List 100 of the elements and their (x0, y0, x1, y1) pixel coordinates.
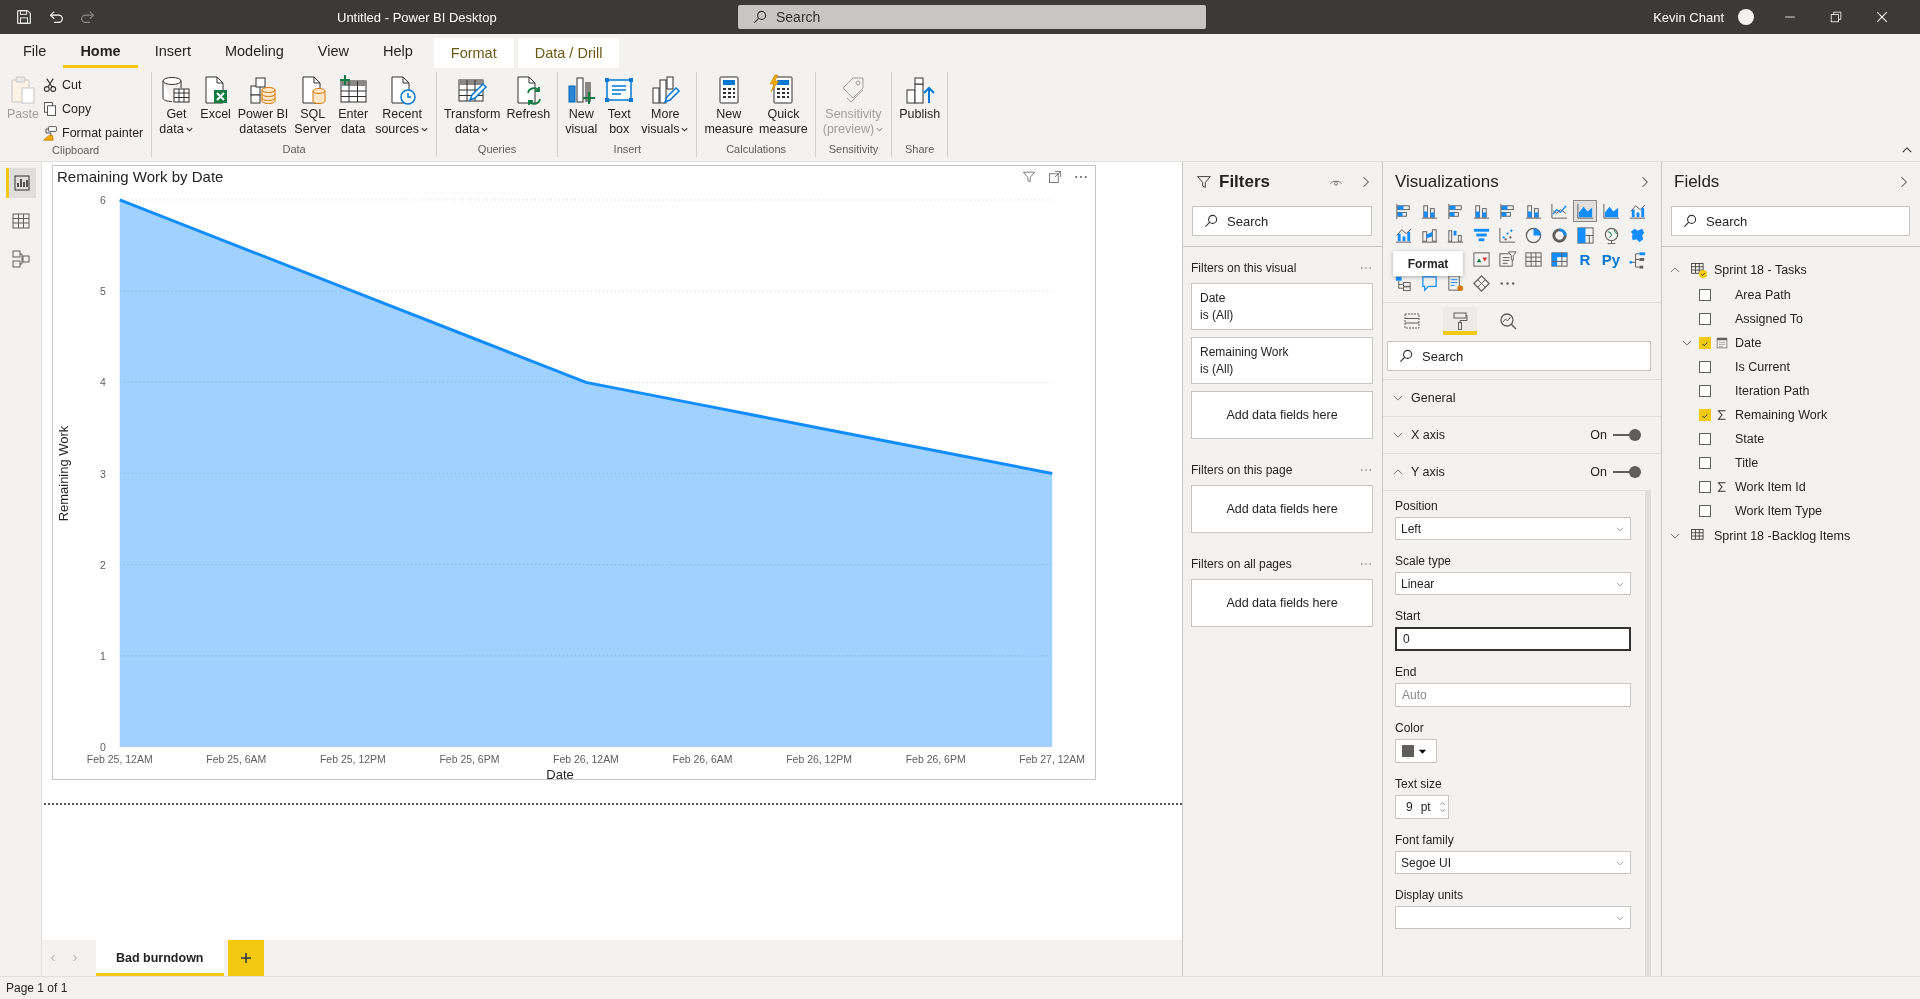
ribbon-button[interactable]: Quick measure (756, 72, 811, 139)
field-name[interactable]: Assigned To (1735, 312, 1803, 326)
ribbon-button[interactable]: More visuals (638, 72, 693, 139)
checkbox[interactable] (1699, 385, 1711, 397)
toggle-switch[interactable] (1613, 429, 1641, 441)
calendar-icon (1715, 336, 1729, 350)
field-name[interactable]: Date (1735, 336, 1762, 350)
drop-zone[interactable]: Add data fields here (1191, 485, 1373, 533)
avatar-icon[interactable] (1736, 7, 1756, 27)
ribbon-button[interactable]: Publish (896, 72, 944, 124)
script-visual-button[interactable]: R (1573, 248, 1597, 270)
ribbon-tab[interactable]: Format (433, 38, 514, 68)
switch-label: On (1590, 465, 1607, 479)
ribbon-tab[interactable]: Data / Drill (517, 38, 620, 68)
undo-icon[interactable] (47, 8, 65, 26)
color-picker[interactable] (1395, 739, 1437, 763)
x-tick-label: Feb 26, 12PM (786, 754, 852, 766)
section-heading: Filters on all pages (1191, 557, 1292, 571)
checkbox[interactable] (1699, 457, 1711, 469)
more-options-icon[interactable] (1359, 561, 1373, 567)
ribbon-tab[interactable]: Modeling (207, 34, 301, 68)
ribbon-button[interactable]: Refresh (503, 72, 554, 124)
close-icon[interactable] (1874, 9, 1890, 25)
x-tick-label: Feb 25, 12AM (86, 754, 153, 766)
field-name[interactable]: Work Item Id (1735, 480, 1806, 494)
input-field[interactable]: 0 (1395, 627, 1631, 651)
input-field[interactable]: Auto (1395, 683, 1631, 707)
group-label: Queries (476, 143, 518, 157)
dropdown[interactable]: Linear (1395, 572, 1631, 595)
more-options-icon[interactable] (1359, 467, 1373, 473)
ribbon-button[interactable]: Cut (42, 74, 148, 96)
search-field[interactable]: Search (1192, 206, 1372, 236)
save-icon[interactable] (15, 8, 33, 26)
drop-zone[interactable]: Add data fields here (1191, 579, 1373, 627)
add-page-button[interactable] (227, 940, 264, 976)
field-name[interactable]: Area Path (1735, 288, 1791, 302)
group-label: Share (903, 143, 936, 157)
format-section-header[interactable]: X axis On (1383, 416, 1661, 453)
toggle-switch[interactable] (1613, 466, 1641, 478)
field-name[interactable]: Title (1735, 456, 1759, 470)
ribbon-button[interactable]: Format painter (42, 122, 148, 144)
checkbox[interactable] (1699, 289, 1711, 301)
checkbox[interactable] (1699, 481, 1711, 493)
ribbon-button[interactable]: Recent sources (372, 72, 432, 139)
ribbon-tab[interactable]: File (6, 34, 64, 68)
ribbon-tab[interactable]: View (300, 34, 366, 68)
drop-zone[interactable]: Add data fields here (1191, 391, 1373, 439)
focus-mode-icon[interactable] (1047, 169, 1063, 185)
ribbon-button[interactable]: Text box (600, 72, 639, 139)
ribbon-tab[interactable]: Home (63, 34, 138, 68)
paint-roller-icon[interactable] (1443, 307, 1477, 335)
page-tab[interactable]: Bad burndown (96, 940, 224, 976)
window-title: Untitled - Power BI Desktop (337, 9, 498, 25)
ribbon-tab[interactable]: Help (365, 34, 430, 68)
search-field[interactable]: Search (1671, 206, 1910, 236)
dropdown[interactable]: Left (1395, 517, 1631, 540)
number-spinner[interactable]: 9 pt (1395, 795, 1449, 819)
copy-icon (42, 101, 58, 117)
script-visual-button[interactable]: Py (1599, 248, 1623, 270)
format-section-header[interactable]: Y axis On (1383, 453, 1661, 490)
caret-icon (680, 125, 690, 134)
ribbon-button[interactable]: Excel (196, 72, 235, 124)
field-name[interactable]: State (1735, 432, 1765, 446)
x-axis-title: Date (546, 767, 574, 779)
restore-icon[interactable] (1828, 9, 1844, 25)
ribbon-button[interactable]: SQL Server (291, 72, 335, 139)
pane-title: Fields (1674, 172, 1720, 192)
ribbon-button[interactable]: Get data (156, 72, 197, 139)
y-tick-label: 4 (99, 377, 106, 389)
checkbox[interactable] (1699, 313, 1711, 325)
filter-card[interactable]: Remaining Work is (All) (1191, 337, 1373, 384)
search-field[interactable]: Search (1387, 341, 1651, 371)
table-name[interactable]: Sprint 18 - Tasks (1714, 263, 1807, 277)
ribbon-tab[interactable]: Insert (137, 34, 208, 68)
ribbon-button[interactable]: Transform data (440, 72, 504, 139)
view-button[interactable] (5, 168, 36, 198)
redo-icon[interactable] (79, 8, 97, 26)
dropdown[interactable]: Segoe UI (1395, 851, 1631, 874)
table-name[interactable]: Sprint 18 -Backlog Items (1714, 529, 1851, 543)
page-count: Page 1 of 1 (6, 981, 68, 995)
checkbox[interactable] (1699, 433, 1711, 445)
ribbon-button[interactable]: New measure (701, 72, 757, 139)
field-name[interactable]: Iteration Path (1735, 384, 1810, 398)
ribbon-button[interactable]: Power BI datasets (234, 72, 292, 139)
search-field[interactable]: Search (738, 5, 1206, 29)
checkbox[interactable] (1699, 505, 1711, 517)
filter-icon[interactable] (1021, 169, 1037, 185)
more-options-icon[interactable] (1359, 265, 1373, 271)
ribbon-button[interactable]: Copy (42, 98, 148, 120)
field-name[interactable]: Remaining Work (1735, 408, 1828, 422)
ribbon-button[interactable]: New visual (562, 72, 601, 139)
field-name[interactable]: Work Item Type (1735, 504, 1823, 518)
checkbox[interactable] (1699, 361, 1711, 373)
field-name[interactable]: Is Current (1735, 360, 1790, 374)
y-axis-title: Remaining Work (55, 425, 71, 522)
chart-visual[interactable]: Remaining Work by Date 0 1 2 3 4 5 6 Feb 25, 12AM Feb 25, 6AM Feb 25, 12PM Feb 25, 6PM Feb 26, 12AM Feb 26, 6AM Feb 26, 12PM Feb 26, 6PM Feb 27, 12AM Date Remaining Work (52, 165, 1096, 780)
ribbon-button[interactable]: Enter data (334, 72, 373, 139)
area-chart-icon[interactable] (1573, 200, 1597, 222)
search-icon (752, 9, 768, 25)
filter-card[interactable]: Date is (All) (1191, 283, 1373, 330)
